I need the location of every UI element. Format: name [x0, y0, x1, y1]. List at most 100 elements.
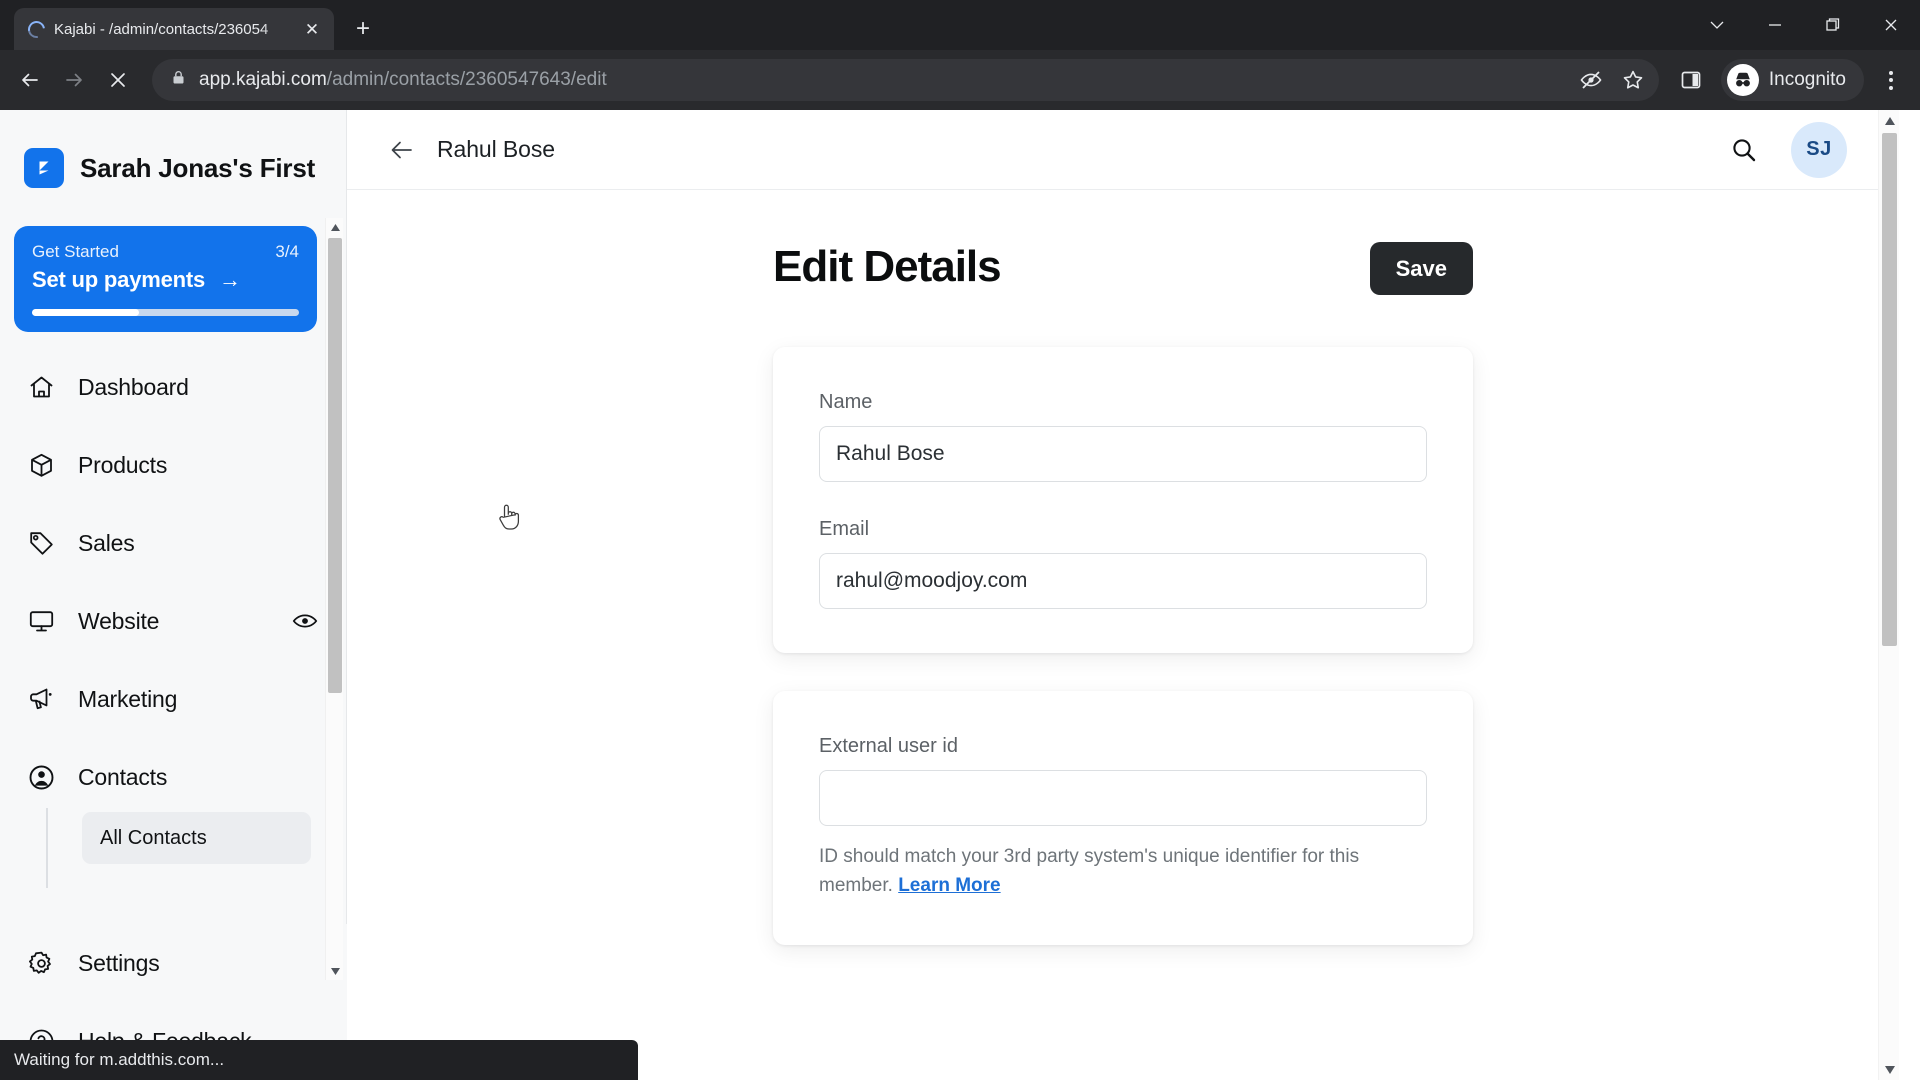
sidebar-item-dashboard[interactable]: Dashboard [0, 348, 347, 426]
sidebar-item-label: Contacts [78, 763, 168, 790]
browser-window: Kajabi - /admin/contacts/236054 ✕ + app.… [0, 0, 1920, 1080]
tab-search-chevron-icon[interactable] [1688, 0, 1746, 50]
email-label: Email [819, 518, 870, 540]
browser-toolbar: app.kajabi.com/admin/contacts/2360547643… [0, 50, 1920, 110]
avatar[interactable]: SJ [1791, 121, 1847, 178]
address-bar-actions [1571, 60, 1653, 100]
page-header: Edit Details Save [773, 242, 1473, 295]
sidebar-scroll-up-icon[interactable] [326, 218, 344, 236]
address-bar-url: app.kajabi.com/admin/contacts/2360547643… [199, 69, 607, 91]
maximize-icon[interactable] [1804, 0, 1862, 50]
sidebar-subnav-contacts: All Contacts [0, 808, 347, 888]
contact-name-breadcrumb: Rahul Bose [437, 136, 555, 162]
sidebar-item-label: Sales [78, 529, 135, 556]
sidebar-item-label: Marketing [78, 685, 178, 712]
url-path: /admin/contacts/2360547643/edit [326, 69, 607, 90]
email-field-group: Email [819, 518, 1427, 609]
forward-navigation-icon[interactable] [54, 60, 94, 100]
browser-status-bubble: Waiting for m.addthis.com... [0, 1040, 638, 1080]
browser-tab-title: Kajabi - /admin/contacts/236054 [54, 20, 269, 38]
name-label: Name [819, 391, 873, 413]
incognito-icon [1726, 64, 1759, 96]
get-started-progress-fill [32, 309, 139, 316]
main-content: Rahul Bose SJ Edit Details Save Name Rah… [347, 110, 1899, 1080]
email-input[interactable] [819, 553, 1427, 609]
window-close-icon[interactable] [1862, 0, 1920, 50]
sidebar-item-sales[interactable]: Sales [0, 504, 347, 582]
sidebar-item-website[interactable]: Website [0, 582, 347, 660]
name-field-group: Name [819, 391, 1427, 482]
sidebar-scroll-down-icon[interactable] [326, 962, 344, 980]
browser-tab[interactable]: Kajabi - /admin/contacts/236054 ✕ [14, 8, 334, 50]
sidebar-scrollbar[interactable] [325, 218, 343, 980]
address-bar[interactable]: app.kajabi.com/admin/contacts/2360547643… [152, 59, 1659, 101]
sidebar-nav: Dashboard Products Sales Website Marketi… [0, 348, 347, 888]
page-title: Edit Details [773, 242, 1002, 291]
name-input[interactable] [819, 426, 1427, 482]
tag-icon [26, 528, 56, 558]
kebab-menu-icon[interactable] [1872, 60, 1910, 100]
main-scrollbar[interactable] [1878, 110, 1899, 1080]
sidebar-item-label: Products [78, 451, 168, 478]
external-user-id-field-group: External user id ID should match your 3r… [819, 735, 1427, 901]
sidebar-item-products[interactable]: Products [0, 426, 347, 504]
main-scroll-up-icon[interactable] [1879, 110, 1899, 131]
sidebar-scroll-area: Get Started 3/4 Set up payments → Dashbo… [0, 210, 347, 980]
get-started-count: 3/4 [275, 242, 299, 261]
monitor-icon [26, 606, 56, 636]
search-icon[interactable] [1727, 133, 1761, 167]
sidebar-item-marketing[interactable]: Marketing [0, 660, 347, 738]
get-started-card[interactable]: Get Started 3/4 Set up payments → [14, 226, 317, 332]
eye-off-icon[interactable] [1571, 60, 1611, 100]
external-user-id-help: ID should match your 3rd party system's … [819, 842, 1389, 901]
loading-spinner-icon [24, 17, 49, 41]
main-scroll-down-icon[interactable] [1879, 1059, 1899, 1080]
url-host: app.kajabi.com [199, 69, 327, 90]
sidebar-scrollbar-thumb[interactable] [328, 238, 342, 693]
close-icon[interactable]: ✕ [300, 17, 324, 41]
content-topbar: Rahul Bose SJ [347, 110, 1899, 190]
get-started-progress-track [32, 309, 299, 316]
sidebar-item-contacts[interactable]: Contacts [0, 738, 347, 816]
page-viewport: Sarah Jonas's First Get Started 3/4 Set … [0, 110, 1920, 1080]
back-navigation-icon[interactable] [10, 60, 50, 100]
sidebar-item-label: Website [78, 607, 160, 634]
stop-loading-icon[interactable] [98, 60, 138, 100]
profile-chip[interactable]: Incognito [1720, 59, 1864, 101]
save-button[interactable]: Save [1369, 242, 1473, 295]
sidebar-item-settings[interactable]: Settings [0, 924, 347, 1002]
external-id-card: External user id ID should match your 3r… [773, 691, 1473, 945]
external-user-id-input[interactable] [819, 770, 1427, 826]
brand-name: Sarah Jonas's First [80, 152, 316, 183]
get-started-label: Get Started [32, 242, 119, 261]
basic-details-card: Name Email [773, 347, 1473, 653]
minimize-icon[interactable] [1746, 0, 1804, 50]
user-circle-icon [26, 762, 56, 792]
get-started-action-row[interactable]: Set up payments → [32, 267, 299, 293]
window-controls [1688, 0, 1920, 50]
arrow-right-icon: → [219, 267, 242, 292]
learn-more-link[interactable]: Learn More [898, 875, 1000, 896]
sidebar-item-label: Dashboard [78, 373, 189, 400]
bookmark-star-icon[interactable] [1613, 60, 1653, 100]
back-breadcrumb[interactable]: Rahul Bose [387, 135, 555, 165]
get-started-action: Set up payments [32, 267, 206, 292]
box-icon [26, 450, 56, 480]
new-tab-button[interactable]: + [346, 12, 380, 46]
arrow-left-icon[interactable] [387, 135, 417, 165]
eye-icon[interactable] [291, 607, 319, 635]
get-started-header: Get Started 3/4 [32, 242, 299, 262]
brand-header[interactable]: Sarah Jonas's First [0, 110, 346, 200]
profile-label: Incognito [1768, 69, 1846, 90]
main-scrollbar-thumb[interactable] [1882, 133, 1897, 646]
edit-details-content: Edit Details Save Name Email Extern [347, 190, 1899, 945]
browser-tab-strip: Kajabi - /admin/contacts/236054 ✕ + [0, 0, 1920, 50]
megaphone-icon [26, 684, 56, 714]
external-user-id-label: External user id [819, 735, 958, 757]
topbar-actions: SJ [1727, 121, 1847, 178]
side-panel-icon[interactable] [1671, 60, 1711, 100]
sidebar-item-all-contacts[interactable]: All Contacts [82, 812, 311, 864]
gear-icon [26, 948, 56, 978]
app-sidebar: Sarah Jonas's First Get Started 3/4 Set … [0, 110, 347, 1080]
sidebar-subitem-label: All Contacts [100, 826, 207, 849]
